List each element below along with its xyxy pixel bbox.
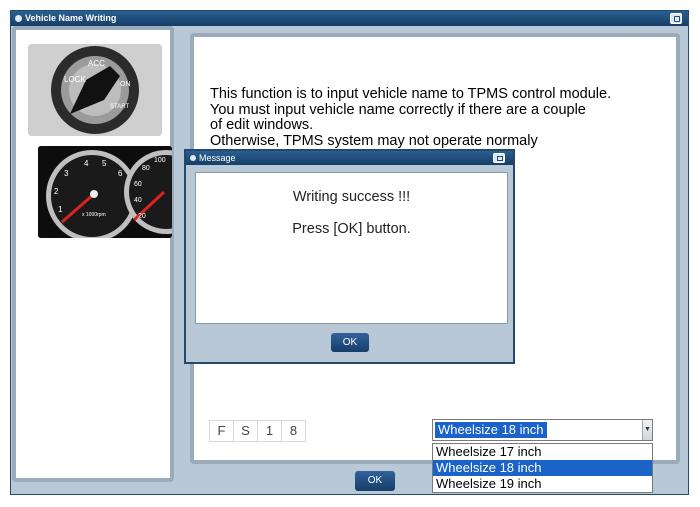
gauge-tick: 80 — [142, 165, 150, 172]
gauge-tick: 6 — [118, 169, 123, 178]
vehicle-code-cell[interactable]: F — [210, 421, 234, 441]
instruction-line: of edit windows. — [210, 117, 314, 133]
vehicle-code-cell[interactable]: 8 — [282, 421, 305, 441]
dialog-titlebar: Message — [186, 151, 513, 165]
gauge-tick: 100 — [154, 157, 166, 164]
window-titlebar: Vehicle Name Writing — [11, 11, 688, 26]
wheelsize-options-list: Wheelsize 17 inch Wheelsize 18 inch Whee… — [432, 443, 653, 493]
dialog-ok-button[interactable]: OK — [331, 333, 369, 352]
ignition-label: ON — [120, 81, 131, 88]
gauge-unit: x 1000rpm — [82, 212, 106, 218]
window-title: Vehicle Name Writing — [25, 13, 117, 23]
dialog-title: Message — [199, 153, 236, 163]
gauge-tick: 1 — [58, 205, 63, 214]
chevron-down-icon[interactable]: ▼ — [642, 420, 652, 440]
gauge-tick: 4 — [84, 159, 89, 168]
wheelsize-option-18[interactable]: Wheelsize 18 inch — [433, 460, 652, 476]
gauge-tick: 5 — [102, 159, 107, 168]
ignition-label: LOCK — [64, 75, 86, 84]
message-dialog: Message Writing success !!! Press [OK] b… — [184, 149, 515, 364]
ok-button[interactable]: OK — [355, 471, 395, 491]
gauge-tick: 2 — [54, 187, 59, 196]
instruction-text: This function is to input vehicle name t… — [210, 86, 672, 149]
ignition-label: ACC — [88, 59, 105, 68]
gauge-tick: 20 — [138, 213, 146, 220]
ignition-key-photo: LOCK ACC START ON — [28, 44, 162, 136]
wheelsize-option-19[interactable]: Wheelsize 19 inch — [433, 476, 652, 492]
dialog-icon — [190, 155, 196, 161]
window-camera-button[interactable] — [670, 13, 682, 24]
gauge-tick: 40 — [134, 197, 142, 204]
dialog-body: Writing success !!! Press [OK] button. — [195, 172, 508, 324]
wheelsize-option-17[interactable]: Wheelsize 17 inch — [433, 444, 652, 460]
gauge-tick: 3 — [64, 169, 69, 178]
instruction-line: Otherwise, TPMS system may not operate n… — [210, 132, 538, 149]
gauge-tick: 60 — [134, 181, 142, 188]
vehicle-code-cell[interactable]: 1 — [258, 421, 282, 441]
vehicle-code-cell[interactable]: S — [234, 421, 258, 441]
instrument-gauge-photo: 1 2 3 4 5 6 x 1000rpm 20 40 60 80 100 — [38, 146, 172, 238]
dialog-message-line: Writing success !!! — [292, 189, 411, 205]
wheelsize-select[interactable]: Wheelsize 18 inch ▼ — [432, 419, 653, 441]
instruction-line: This function is to input vehicle name t… — [210, 86, 612, 102]
wheelsize-selected-value: Wheelsize 18 inch — [435, 422, 547, 438]
app-icon — [15, 15, 22, 22]
instruction-line: You must input vehicle name correctly if… — [210, 101, 586, 118]
vehicle-code-fields: F S 1 8 — [209, 420, 306, 442]
dialog-camera-button[interactable] — [493, 153, 505, 163]
dialog-message-line: Press [OK] button. — [292, 221, 411, 237]
ignition-label: START — [110, 104, 129, 110]
